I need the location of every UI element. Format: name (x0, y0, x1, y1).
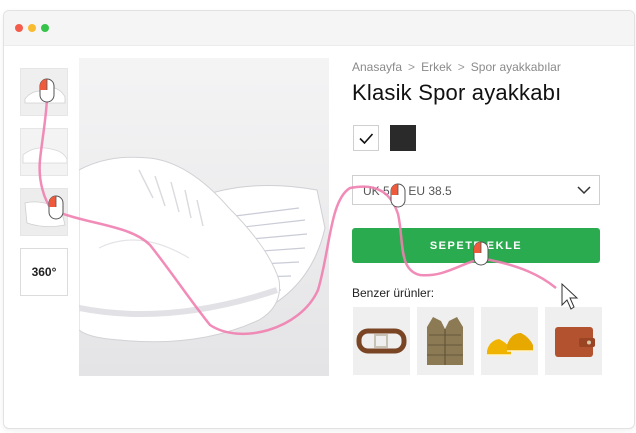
view-360-label: 360° (31, 265, 57, 279)
similar-product-belt[interactable] (353, 307, 410, 375)
chevron-down-icon (577, 186, 591, 195)
similar-product-yellow-sneakers[interactable] (481, 307, 538, 375)
view-360-button[interactable]: 360° (20, 248, 68, 296)
breadcrumb-separator: > (408, 60, 416, 74)
similar-product-wallet[interactable] (545, 307, 602, 375)
product-title: Klasik Spor ayakkabı (352, 80, 562, 105)
similar-products-label: Benzer ürünler: (352, 286, 435, 300)
minimize-window-button[interactable] (28, 24, 36, 32)
size-select-value: UK 5 — EU 38.5 (363, 184, 452, 198)
size-select[interactable]: UK 5 — EU 38.5 (352, 175, 600, 205)
color-swatch-black[interactable] (390, 125, 416, 151)
main-product-image (79, 58, 329, 376)
title-bar (4, 11, 634, 46)
breadcrumb-separator: > (457, 60, 465, 74)
gallery-thumbnail-2[interactable] (20, 128, 68, 176)
zoom-window-button[interactable] (41, 24, 49, 32)
color-swatch-white[interactable] (353, 125, 379, 151)
breadcrumb-item-sneakers[interactable]: Spor ayakkabılar (471, 60, 561, 74)
breadcrumb-item-home[interactable]: Anasayfa (352, 60, 402, 74)
checkmark-icon (359, 133, 374, 145)
close-window-button[interactable] (15, 24, 23, 32)
breadcrumb-item-men[interactable]: Erkek (421, 60, 452, 74)
similar-product-vest[interactable] (417, 307, 474, 375)
add-to-cart-button[interactable]: SEPETE EKLE (352, 228, 600, 263)
gallery-thumbnail-3[interactable] (20, 188, 68, 236)
breadcrumb: Anasayfa > Erkek > Spor ayakkabılar (352, 60, 561, 74)
gallery-thumbnail-1[interactable] (20, 68, 68, 116)
